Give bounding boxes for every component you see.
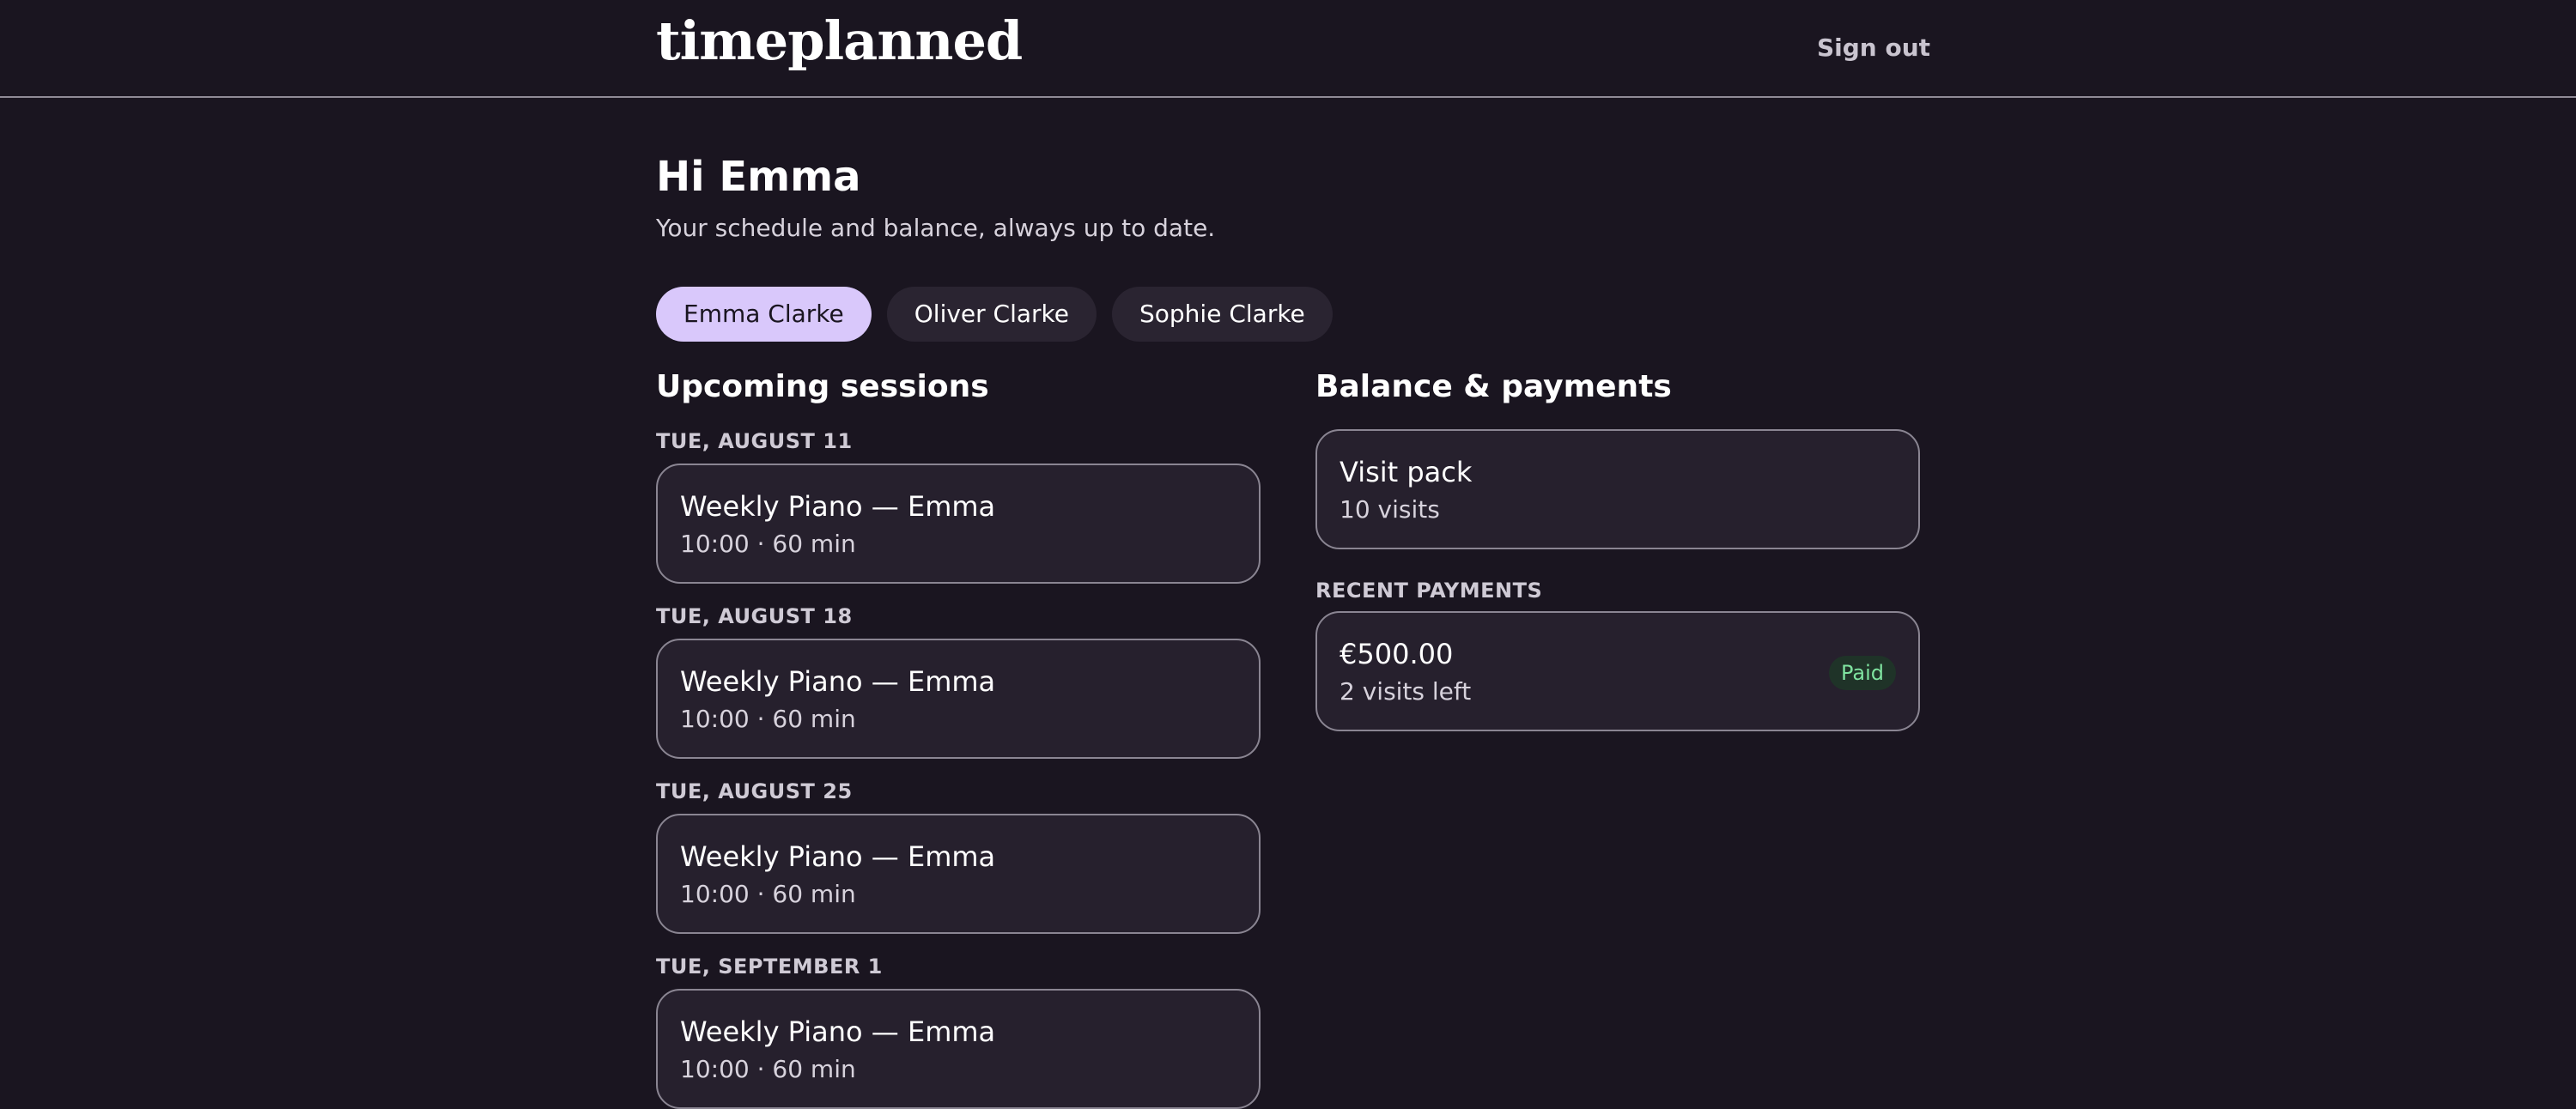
session-title: Weekly Piano — Emma xyxy=(680,1015,996,1048)
session-details: 10:00 · 60 min xyxy=(680,530,856,558)
session-details: 10:00 · 60 min xyxy=(680,880,856,908)
session-title: Weekly Piano — Emma xyxy=(680,490,996,523)
student-tabs: Emma Clarke Oliver Clarke Sophie Clarke xyxy=(656,287,1333,342)
session-details: 10:00 · 60 min xyxy=(680,705,856,733)
tab-student-oliver-clarke[interactable]: Oliver Clarke xyxy=(886,287,1097,342)
visit-pack-name: Visit pack xyxy=(1340,456,1473,488)
payment-amount: €500.00 xyxy=(1340,638,1454,670)
upcoming-sessions-heading: Upcoming sessions xyxy=(656,369,989,404)
session-card[interactable]: Weekly Piano — Emma 10:00 · 60 min xyxy=(656,639,1261,759)
sign-out-link[interactable]: Sign out xyxy=(1817,31,1930,65)
session-card[interactable]: Weekly Piano — Emma 10:00 · 60 min xyxy=(656,989,1261,1109)
session-date: TUE, AUGUST 18 xyxy=(656,604,853,628)
session-date: TUE, SEPTEMBER 1 xyxy=(656,954,883,979)
session-date: TUE, AUGUST 11 xyxy=(656,429,853,453)
session-title: Weekly Piano — Emma xyxy=(680,840,996,873)
session-details: 10:00 · 60 min xyxy=(680,1055,856,1083)
session-title: Weekly Piano — Emma xyxy=(680,665,996,698)
page-subtitle: Your schedule and balance, always up to … xyxy=(656,214,1216,242)
tab-student-sophie-clarke[interactable]: Sophie Clarke xyxy=(1112,287,1333,342)
visit-pack-card: Visit pack 10 visits xyxy=(1315,429,1920,549)
payment-details: 2 visits left xyxy=(1340,677,1472,706)
page-title: Hi Emma xyxy=(656,153,861,201)
recent-payments-heading: RECENT PAYMENTS xyxy=(1315,579,1543,603)
session-card[interactable]: Weekly Piano — Emma 10:00 · 60 min xyxy=(656,814,1261,934)
tab-student-emma-clarke[interactable]: Emma Clarke xyxy=(656,287,872,342)
session-card[interactable]: Weekly Piano — Emma 10:00 · 60 min xyxy=(656,464,1261,584)
top-bar: timeplanned Sign out xyxy=(0,0,2576,98)
session-date: TUE, AUGUST 25 xyxy=(656,779,853,803)
app-logo[interactable]: timeplanned xyxy=(656,3,1023,79)
visit-pack-details: 10 visits xyxy=(1340,495,1440,524)
payment-card[interactable]: €500.00 2 visits left Paid xyxy=(1315,611,1920,731)
status-badge: Paid xyxy=(1828,656,1896,690)
balance-payments-heading: Balance & payments xyxy=(1315,369,1672,404)
